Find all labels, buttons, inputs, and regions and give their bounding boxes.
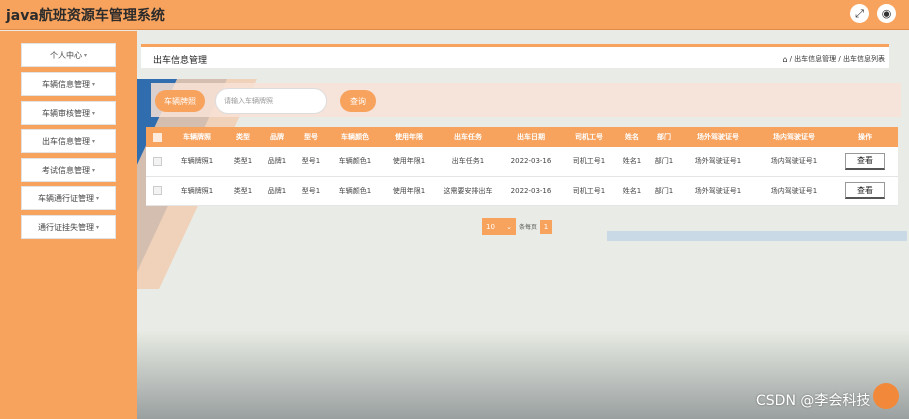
column-header[interactable]: 司机工号 (562, 127, 616, 147)
app-title: java航班资源车管理系统 (6, 8, 165, 24)
search-input[interactable] (215, 88, 327, 114)
cell-brand: 品牌1 (267, 186, 287, 195)
select-all-checkbox[interactable] (146, 127, 168, 147)
search-label: 车辆牌照 (155, 90, 205, 112)
sidebar-item-pass-loss[interactable]: 通行证挂失管理 ▾ (21, 215, 116, 239)
watermark: CSDN @李会科技 (756, 393, 871, 409)
chevron-down-icon: ▾ (91, 137, 95, 145)
background-decoration (607, 231, 907, 241)
cell-plate: 车辆牌照1 (180, 157, 214, 166)
column-header[interactable]: 车辆牌照 (168, 127, 226, 147)
page-size-label: 条每页 (519, 224, 538, 231)
cell-action: 查看 (832, 147, 898, 176)
table-row: 车辆牌照1 类型1 品牌1 型号1 车辆颜色1 使用年限1 出车任务1 2022… (146, 147, 898, 176)
cell-dept: 部门1 (654, 186, 674, 195)
page-title: 出车信息管理 (153, 56, 208, 66)
sidebar: 个人中心 ▾ 车辆信息管理 ▾ 车辆审核管理 ▾ 出车信息管理 ▾ 考试信息管理 ▾ 车辆… (0, 31, 137, 419)
sidebar-item-label: 车辆审核管理 (41, 108, 90, 118)
column-header[interactable]: 姓名 (616, 127, 648, 147)
user-icon[interactable]: ◉ (877, 4, 896, 23)
cell-task: 这需要安排出车 (443, 186, 493, 195)
column-header[interactable]: 使用年限 (382, 127, 436, 147)
data-table: 车辆牌照 类型 品牌 型号 车辆颜色 使用年限 出车任务 出车日期 司机工号 姓… (146, 127, 898, 206)
chevron-down-icon: ⌄ (506, 222, 512, 231)
view-button[interactable]: 查看 (845, 152, 885, 170)
sidebar-item-dispatch-info[interactable]: 出车信息管理 ▾ (21, 129, 116, 153)
cell-model: 型号1 (301, 186, 321, 195)
breadcrumb-text[interactable]: / 出车信息管理 / 出车信息列表 (790, 54, 885, 64)
chevron-down-icon: ▾ (95, 194, 99, 202)
sidebar-item-label: 考试信息管理 (41, 165, 90, 175)
sidebar-item-vehicle-info[interactable]: 车辆信息管理 ▾ (21, 72, 116, 96)
cell-ext-license: 场外驾驶证号1 (694, 157, 742, 166)
sidebar-item-label: 车辆通行证管理 (37, 193, 94, 203)
cell-type: 类型1 (233, 157, 253, 166)
sidebar-item-exam-info[interactable]: 考试信息管理 ▾ (21, 158, 116, 182)
view-button[interactable]: 查看 (845, 182, 885, 199)
cell-driver-id: 司机工号1 (572, 157, 606, 166)
column-header[interactable]: 车辆颜色 (328, 127, 382, 147)
cell-years: 使用年限1 (392, 157, 426, 166)
cell-color: 车辆颜色1 (338, 157, 372, 166)
chevron-down-icon: ▾ (95, 223, 99, 231)
column-header[interactable]: 型号 (294, 127, 328, 147)
page-size-select[interactable]: 10 ⌄ (482, 218, 516, 235)
main-content: 出车信息管理 ⌂ / 出车信息管理 / 出车信息列表 车辆牌照 查询 车辆牌照 … (137, 31, 909, 419)
cell-brand: 品牌1 (267, 157, 287, 166)
cell-ext-license: 场外驾驶证号1 (694, 186, 742, 195)
sidebar-item-label: 通行证挂失管理 (37, 222, 94, 232)
breadcrumb: ⌂ / 出车信息管理 / 出车信息列表 (783, 54, 885, 64)
row-checkbox[interactable] (146, 176, 168, 205)
cell-plate: 车辆牌照1 (180, 186, 214, 195)
search-button[interactable]: 查询 (340, 90, 376, 112)
column-header[interactable]: 品牌 (260, 127, 294, 147)
floating-action-button[interactable] (873, 383, 899, 409)
sidebar-item-label: 出车信息管理 (41, 136, 90, 146)
cell-dept: 部门1 (654, 157, 674, 166)
cell-name: 姓名1 (622, 157, 642, 166)
chevron-down-icon: ▾ (91, 166, 95, 174)
pagination: 10 ⌄ 条每页 1 (482, 218, 553, 235)
cell-name: 姓名1 (622, 186, 642, 195)
page-number-current[interactable]: 1 (540, 219, 553, 234)
cell-action: 查看 (832, 176, 898, 205)
cell-color: 车辆颜色1 (338, 186, 372, 195)
sidebar-item-vehicle-pass[interactable]: 车辆通行证管理 ▾ (21, 186, 116, 210)
cell-years: 使用年限1 (392, 186, 426, 195)
column-header: 出车任务 (454, 133, 482, 141)
column-header[interactable]: 部门 (648, 127, 680, 147)
search-bar: 车辆牌照 查询 (151, 83, 901, 117)
page-header: 出车信息管理 ⌂ / 出车信息管理 / 出车信息列表 (141, 44, 889, 68)
cell-int-license: 场内驾驶证号1 (770, 186, 818, 195)
expand-icon[interactable]: ⤢ (850, 4, 869, 23)
sidebar-item-label: 个人中心 (49, 50, 82, 60)
cell-date: 2022-03-16 (510, 186, 552, 195)
column-header: 操作 (858, 133, 872, 141)
row-checkbox[interactable] (146, 147, 168, 176)
cell-model: 型号1 (301, 157, 321, 166)
column-header[interactable]: 出车日期 (500, 127, 562, 147)
column-header[interactable]: 类型 (226, 127, 260, 147)
column-header[interactable]: 场内驾驶证号 (756, 127, 832, 147)
home-icon[interactable]: ⌂ (783, 55, 788, 64)
cell-task: 出车任务1 (451, 157, 485, 166)
page-size-value: 10 (486, 222, 495, 231)
sidebar-item-personal-center[interactable]: 个人中心 ▾ (21, 43, 116, 67)
cell-int-license: 场内驾驶证号1 (770, 157, 818, 166)
sidebar-item-vehicle-review[interactable]: 车辆审核管理 ▾ (21, 101, 116, 125)
cell-driver-id: 司机工号1 (572, 186, 606, 195)
table-row: 车辆牌照1 类型1 品牌1 型号1 车辆颜色1 使用年限1 这需要安排出车 20… (146, 176, 898, 205)
top-bar: java航班资源车管理系统 ⤢ ◉ (0, 0, 909, 30)
chevron-down-icon: ▾ (91, 80, 95, 88)
sidebar-item-label: 车辆信息管理 (41, 79, 90, 89)
cell-date: 2022-03-16 (510, 157, 552, 166)
cell-type: 类型1 (233, 186, 253, 195)
column-header[interactable]: 场外驾驶证号 (680, 127, 756, 147)
chevron-down-icon: ▾ (83, 51, 87, 59)
table-header: 车辆牌照 类型 品牌 型号 车辆颜色 使用年限 出车任务 出车日期 司机工号 姓… (146, 127, 898, 147)
chevron-down-icon: ▾ (91, 109, 95, 117)
